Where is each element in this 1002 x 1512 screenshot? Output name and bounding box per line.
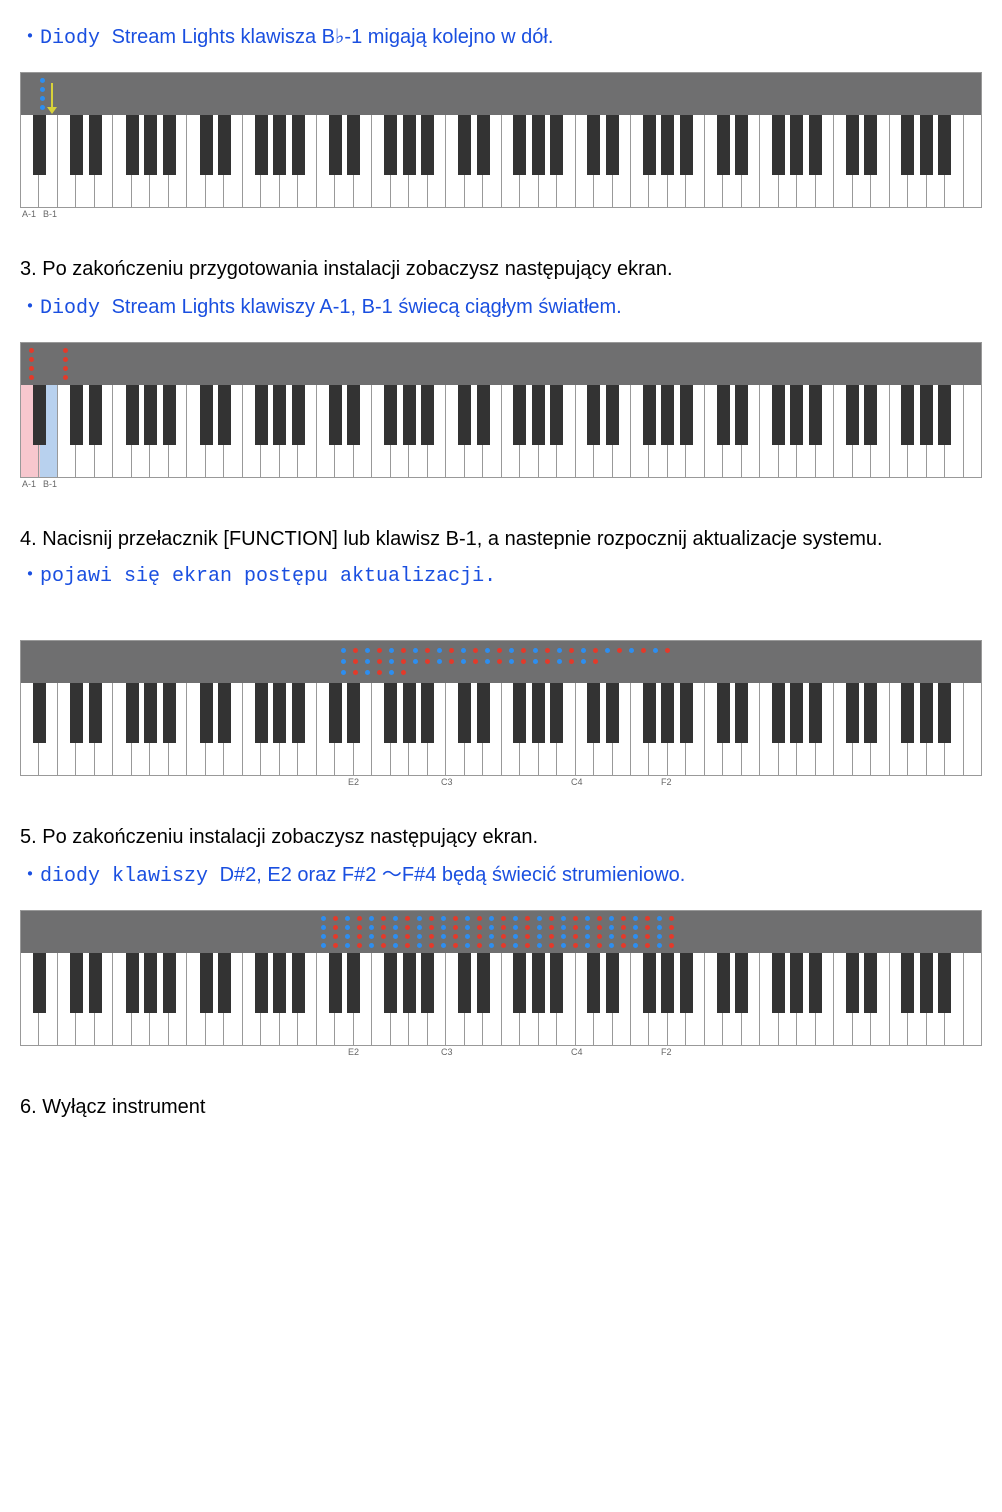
led-indicator <box>63 357 68 362</box>
note-label: E2 <box>348 1047 359 1059</box>
step-5-text: 5. Po zakończeniu instalacji zobaczysz n… <box>20 824 982 850</box>
note-label: E2 <box>348 777 359 789</box>
note-label: F2 <box>661 777 672 789</box>
keyboard-diagram-3: E2 C3 C4 F2 <box>20 640 982 776</box>
bullet-keyword: ・diody klawiszy <box>20 865 208 888</box>
step-4-text: 4. Nacisnij przełacznik [FUNCTION] lub k… <box>20 526 982 552</box>
led-indicator <box>40 96 45 101</box>
led-indicator <box>40 87 45 92</box>
bullet-keyword: ・Diody <box>20 27 100 50</box>
note-label: C3 <box>441 1047 453 1059</box>
note-label: A-1 <box>22 209 36 221</box>
led-indicator <box>29 357 34 362</box>
bullet-text: Stream Lights klawiszy A-1, B-1 świecą c… <box>106 296 622 318</box>
led-indicator <box>29 348 34 353</box>
piano-keys <box>21 683 981 775</box>
led-strip <box>21 73 981 115</box>
note-label: B-1 <box>43 479 57 491</box>
bullet-keyword: ・Diody <box>20 297 100 320</box>
piano-keys <box>21 385 981 477</box>
keyboard-diagram-1: A-1 B-1 <box>20 72 982 208</box>
note-labels: A-1 B-1 <box>21 479 981 491</box>
note-label: B-1 <box>43 209 57 221</box>
led-indicator <box>63 375 68 380</box>
piano-keys <box>21 115 981 207</box>
arrow-down-icon <box>51 83 53 109</box>
led-indicator <box>40 105 45 110</box>
led-indicator <box>63 366 68 371</box>
note-labels: E2 C3 C4 F2 <box>21 777 981 789</box>
step-3-text: 3. Po zakończeniu przygotowania instalac… <box>20 256 982 282</box>
keyboard-diagram-2: A-1 B-1 <box>20 342 982 478</box>
led-indicator <box>63 348 68 353</box>
note-labels: E2 C3 C4 F2 <box>21 1047 981 1059</box>
bullet-line-1: ・Diody Stream Lights klawisza B♭-1 migaj… <box>20 24 982 52</box>
note-labels: A-1 B-1 <box>21 209 981 221</box>
bullet-text: D#2, E2 oraz F#2 ～F#4 będą świecić strum… <box>214 864 685 886</box>
keyboard-diagram-4: E2 C3 C4 F2 <box>20 910 982 1046</box>
step-6-text: 6. Wyłącz instrument <box>20 1094 982 1120</box>
led-indicator <box>29 375 34 380</box>
note-label: A-1 <box>22 479 36 491</box>
piano-keys <box>21 953 981 1045</box>
note-label: C4 <box>571 777 583 789</box>
led-indicator <box>40 78 45 83</box>
led-strip <box>21 343 981 385</box>
bullet-line-5: ・diody klawiszy D#2, E2 oraz F#2 ～F#4 bę… <box>20 862 982 890</box>
note-label: C4 <box>571 1047 583 1059</box>
bullet-line-3: ・Diody Stream Lights klawiszy A-1, B-1 ś… <box>20 294 982 322</box>
note-label: C3 <box>441 777 453 789</box>
led-indicator <box>29 366 34 371</box>
note-label: F2 <box>661 1047 672 1059</box>
bullet-line-4: ・pojawi się ekran postępu aktualizacji. <box>20 564 982 590</box>
led-strip <box>21 911 981 953</box>
bullet-text: Stream Lights klawisza B♭-1 migają kolej… <box>106 26 553 48</box>
led-strip <box>21 641 981 683</box>
